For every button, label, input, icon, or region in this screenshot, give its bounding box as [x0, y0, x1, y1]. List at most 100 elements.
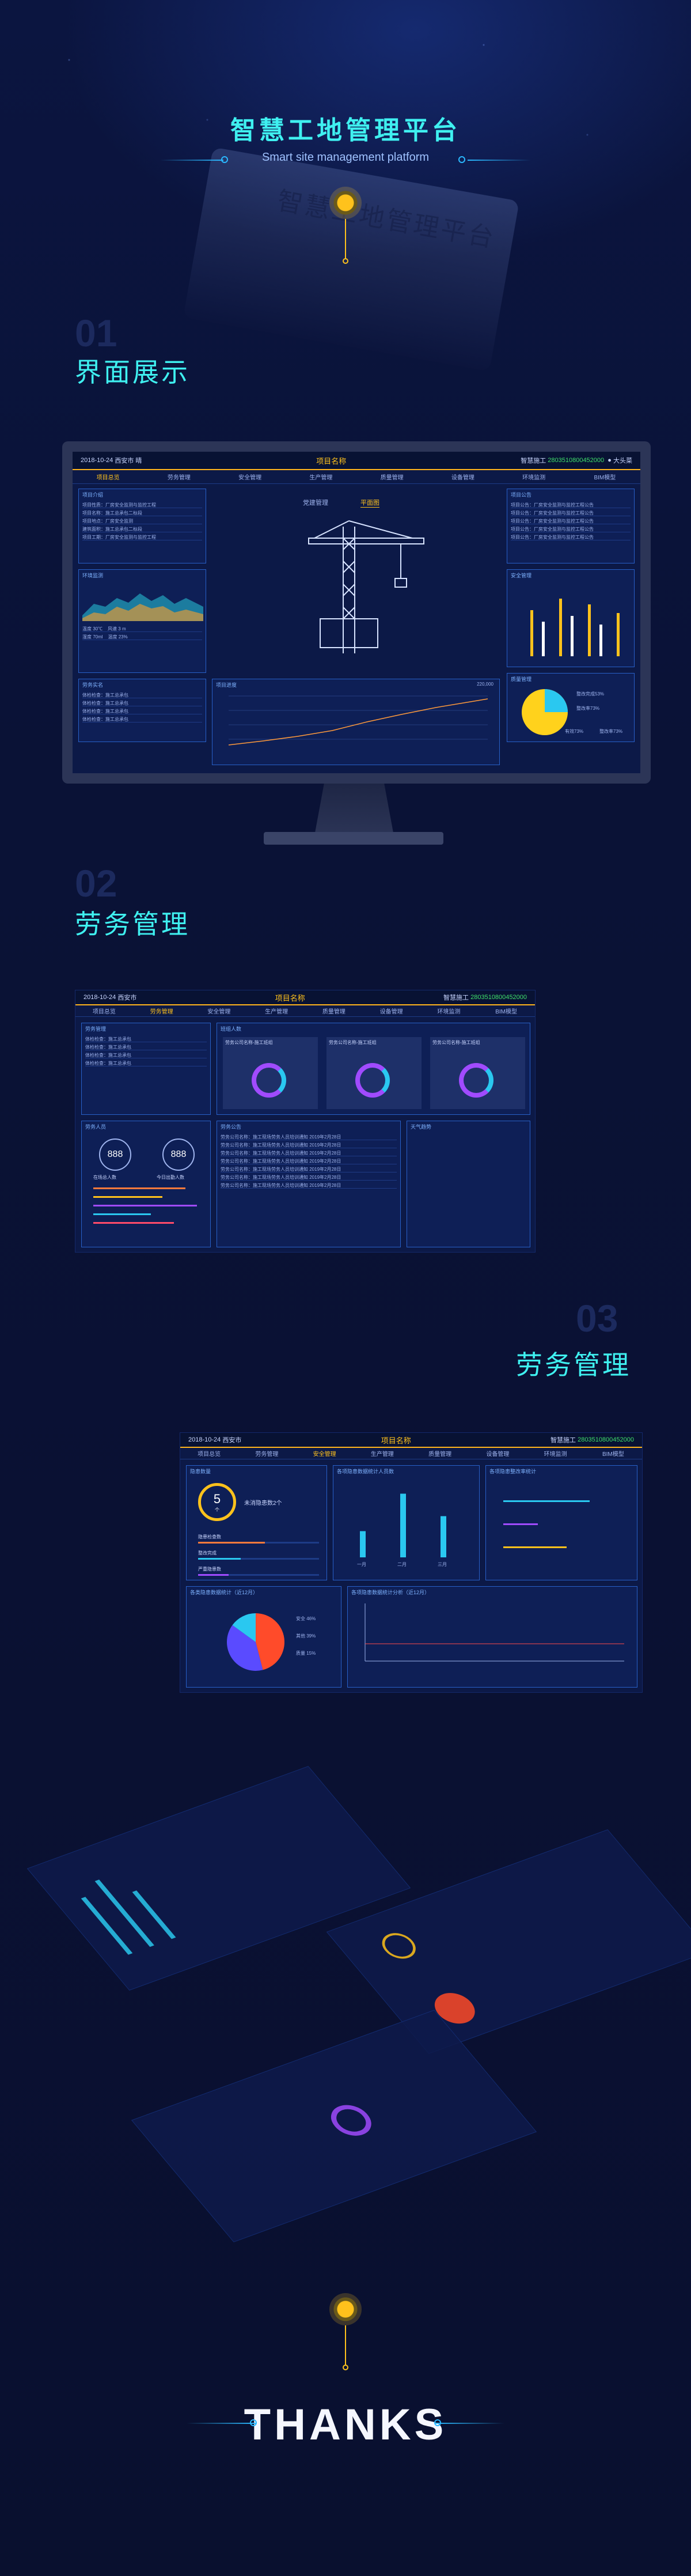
list-item: 项目名称：施工总承包二标段: [82, 510, 202, 516]
panel-title: 项目进度: [216, 682, 237, 688]
page: 智慧工地管理平台 智慧工地管理平台 Smart site management …: [0, 0, 691, 2576]
panel-notice: 项目公告 项目公告：厂房安全监测与监控工程公告 项目公告：厂房安全监测与监控工程…: [507, 489, 635, 563]
quality-pie: [522, 689, 568, 735]
nav-item[interactable]: 环境监测: [420, 1007, 478, 1015]
panel-team-count: 班组人数 劳务公司名称-施工班组 劳务公司名称-施工班组 劳务公司名称-施工班组: [217, 1023, 530, 1115]
hero-line-right: [468, 160, 531, 161]
panel-progress: 项目进度 220,000: [212, 679, 500, 765]
bar-label: 三月: [438, 1562, 447, 1567]
env-row: 温度 30℃ 风速 3 m: [82, 626, 202, 632]
bar: [542, 622, 545, 656]
list-item[interactable]: 项目公告：厂房安全监测与监控工程公告: [511, 526, 631, 532]
tab-plan[interactable]: 平面图: [360, 498, 379, 508]
dashboard-nav: 项目总览 劳务管理 安全管理 生产管理 质量管理 设备管理 环境监测 BIM模型: [73, 470, 640, 484]
nav-item-overview[interactable]: 项目总览: [73, 472, 143, 481]
header-city: 西安市: [115, 457, 134, 464]
list-item[interactable]: 劳务公司名称：施工现场劳务人员培训通知 2019年2月28日: [221, 1182, 397, 1189]
pie-label: 整改率73%: [576, 706, 600, 711]
nav-item[interactable]: 质量管理: [411, 1449, 469, 1458]
nav-item[interactable]: 劳务管理: [133, 1007, 191, 1015]
dashboard-nav: 项目总览 劳务管理 安全管理 生产管理 质量管理 设备管理 环境监测 BIM模型: [75, 1005, 535, 1017]
header-phone: 2803510800452000: [548, 457, 605, 464]
nav-item[interactable]: BIM模型: [477, 1007, 535, 1015]
nav-item[interactable]: 项目总览: [75, 1007, 133, 1015]
crane-illustration: [308, 520, 424, 653]
nav-item-bim[interactable]: BIM模型: [569, 472, 640, 481]
hazard-ring: 5 个: [198, 1483, 236, 1521]
panel-title: 劳务实名: [82, 682, 104, 688]
section-title-02: 劳务管理: [75, 909, 190, 939]
list-item: 体检检查：施工总承包: [85, 1060, 207, 1066]
nav-item-equipment[interactable]: 设备管理: [427, 472, 498, 481]
list-item[interactable]: 劳务公司名称：施工现场劳务人员培训通知 2019年2月28日: [221, 1150, 397, 1156]
nav-item-safety[interactable]: 安全管理: [215, 472, 286, 481]
thanks-title: THANKS: [244, 2400, 447, 2449]
tab-party[interactable]: 党建管理: [303, 498, 328, 507]
nav-item-labor[interactable]: 劳务管理: [143, 472, 214, 481]
hazard-trend-chart: [365, 1603, 624, 1662]
user-avatar[interactable]: ●: [608, 457, 612, 464]
bar: [93, 1213, 151, 1215]
list-item: 建筑面积：施工总承包二标段: [82, 526, 202, 532]
user-name[interactable]: 大头菜: [613, 456, 632, 465]
list-item[interactable]: 劳务公司名称：施工现场劳务人员培训通知 2019年2月28日: [221, 1166, 397, 1172]
nav-item[interactable]: 生产管理: [354, 1449, 411, 1458]
nav-item[interactable]: 安全管理: [191, 1007, 248, 1015]
list-item[interactable]: 项目公告：厂房安全监测与监控工程公告: [511, 518, 631, 524]
section-number-03: 03: [576, 1297, 618, 1340]
bar: [617, 613, 620, 656]
bar: [599, 625, 602, 656]
bar: [360, 1531, 366, 1557]
list-item[interactable]: 劳务公司名称：施工现场劳务人员培训通知 2019年2月28日: [221, 1134, 397, 1140]
nav-item[interactable]: 设备管理: [469, 1449, 526, 1458]
section-title-03: 劳务管理: [516, 1350, 631, 1380]
progress-fill: [198, 1542, 265, 1544]
list-item[interactable]: 劳务公司名称：施工现场劳务人员培训通知 2019年2月28日: [221, 1174, 397, 1181]
nav-item-production[interactable]: 生产管理: [286, 472, 356, 481]
list-item: 项目地点：厂房安全监测: [82, 518, 202, 524]
list-item[interactable]: 项目公告：厂房安全监测与监控工程公告: [511, 510, 631, 516]
bar: [93, 1187, 185, 1189]
nav-item[interactable]: 设备管理: [363, 1007, 420, 1015]
nav-item-quality[interactable]: 质量管理: [356, 472, 427, 481]
panel-title: 质量管理: [511, 676, 532, 682]
panel-labor: 劳务实名 体检检查：施工总承包 体检检查：施工总承包 体检检查：施工总承包 体检…: [78, 679, 206, 742]
panel-title: 安全管理: [511, 573, 532, 578]
env-row: 湿度 70ml 温度 23%: [82, 634, 202, 640]
dashboard-header: 2018-10-24 西安市 项目名称 智慧施工 280351080045200…: [180, 1433, 642, 1448]
panel-project-intro: 项目介绍 项目性质：厂房安全监测与监控工程 项目名称：施工总承包二标段 项目地点…: [78, 489, 206, 563]
monitor-neck: [314, 784, 394, 838]
nav-item[interactable]: BIM模型: [584, 1449, 642, 1458]
list-item[interactable]: 劳务公司名称：施工现场劳务人员培训通知 2019年2月28日: [221, 1158, 397, 1164]
nav-item[interactable]: 环境监测: [527, 1449, 584, 1458]
thanks-dot-left: [250, 2419, 257, 2426]
nav-item[interactable]: 项目总览: [180, 1449, 238, 1458]
panel-hazard-count: 隐患数量 5 个 未消隐患数2个 隐患检查数 整改完成 严重隐患数: [186, 1465, 327, 1580]
nav-item[interactable]: 劳务管理: [238, 1449, 295, 1458]
list-item: 体检检查：施工总承包: [82, 692, 202, 698]
list-item: 项目性质：厂房安全监测与监控工程: [82, 502, 202, 508]
list-item[interactable]: 项目公告：厂房安全监测与监控工程公告: [511, 534, 631, 540]
nav-item[interactable]: 质量管理: [305, 1007, 363, 1015]
panel-hazard-bars: 各项隐患数据统计人员数 一月 二月 三月: [333, 1465, 480, 1580]
hazard-pie-chart: [227, 1613, 284, 1671]
monitor-base: [264, 832, 443, 845]
bar: [559, 599, 562, 656]
list-item[interactable]: 项目公告：厂房安全监测与监控工程公告: [511, 502, 631, 508]
hero-line-left: [160, 160, 223, 161]
bar-label: 二月: [397, 1562, 407, 1567]
panel-title: 项目公告: [511, 492, 532, 498]
nav-item[interactable]: 安全管理: [296, 1449, 354, 1458]
donut-card: 劳务公司名称-施工班组: [430, 1037, 525, 1109]
nav-item[interactable]: 生产管理: [248, 1007, 305, 1015]
thanks-dot-right: [434, 2419, 441, 2426]
pie-label: 有效73%: [565, 729, 584, 734]
nav-item-environment[interactable]: 环境监测: [499, 472, 569, 481]
header-date: 2018-10-24: [81, 457, 113, 464]
list-item: 体检检查：施工总承包: [82, 716, 202, 723]
pie-legend-item: 质量 15%: [296, 1651, 316, 1656]
bar: [503, 1523, 538, 1525]
list-item[interactable]: 劳务公司名称：施工现场劳务人员培训通知 2019年2月28日: [221, 1142, 397, 1148]
panel-weather: 天气趋势: [407, 1121, 530, 1247]
hero-title: 智慧工地管理平台: [230, 116, 461, 145]
